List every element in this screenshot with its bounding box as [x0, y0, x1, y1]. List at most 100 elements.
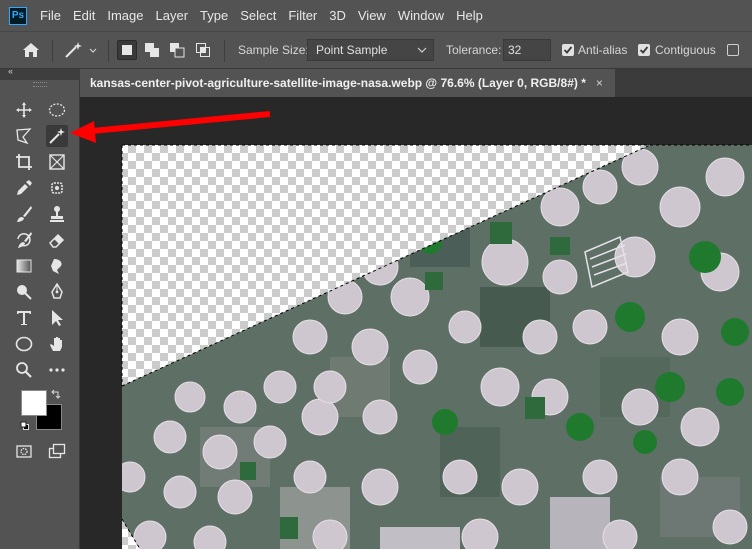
brush-icon	[17, 206, 32, 222]
eraser-tool[interactable]	[46, 229, 68, 251]
crop-tool[interactable]	[13, 151, 35, 173]
frame-icon	[49, 154, 65, 170]
quick-mask-icon	[16, 445, 32, 458]
menu-layer[interactable]: Layer	[150, 0, 195, 31]
magic-wand-tool[interactable]	[46, 125, 68, 147]
add-selection-icon	[145, 43, 159, 57]
contiguous-label: Contiguous	[655, 43, 716, 57]
shape-tool[interactable]	[13, 333, 35, 355]
zoom-icon	[16, 362, 32, 378]
default-colors-icon[interactable]	[20, 421, 30, 431]
ellipse-shape-icon	[15, 336, 33, 352]
tools-panel: ‹‹	[0, 66, 80, 549]
menu-type[interactable]: Type	[194, 0, 234, 31]
divider	[108, 40, 109, 62]
close-icon[interactable]: ×	[596, 76, 603, 90]
options-bar: Sample Size: Point Sample Tolerance: 32 …	[0, 31, 752, 69]
screen-mode-icon	[48, 443, 66, 459]
dodge-icon	[17, 285, 32, 300]
tolerance-label: Tolerance:	[446, 43, 502, 57]
chevron-down-icon	[417, 47, 427, 53]
swap-colors-icon[interactable]	[51, 389, 61, 399]
contiguous-checkbox[interactable]	[638, 44, 650, 56]
intersect-selection-button[interactable]	[193, 40, 213, 60]
photoshop-logo-icon[interactable]: Ps	[9, 6, 27, 25]
dodge-tool[interactable]	[13, 281, 35, 303]
menu-select[interactable]: Select	[234, 0, 282, 31]
brush-tool[interactable]	[13, 203, 35, 225]
menu-filter[interactable]: Filter	[282, 0, 323, 31]
magic-wand-preset-icon	[65, 42, 97, 58]
canvas-image	[121, 144, 752, 549]
sample-all-layers-checkbox[interactable]	[727, 44, 739, 56]
document-canvas[interactable]	[80, 97, 752, 549]
more-icon	[49, 368, 65, 372]
gradient-tool[interactable]	[13, 255, 35, 277]
divider	[52, 40, 53, 62]
stamp-icon	[50, 206, 64, 222]
home-icon	[23, 43, 39, 57]
hand-tool[interactable]	[46, 333, 68, 355]
menu-window[interactable]: Window	[392, 0, 450, 31]
menu-bar: Ps File Edit Image Layer Type Select Fil…	[0, 0, 752, 31]
menu-edit[interactable]: Edit	[67, 0, 101, 31]
foreground-color-swatch[interactable]	[21, 390, 47, 416]
pen-tool[interactable]	[46, 281, 68, 303]
quick-mask-button[interactable]	[13, 440, 35, 462]
subtract-from-selection-button[interactable]	[167, 40, 187, 60]
eyedropper-icon	[17, 180, 32, 195]
panel-grip[interactable]	[33, 82, 47, 87]
subtract-selection-icon	[170, 43, 185, 58]
path-selection-tool[interactable]	[46, 307, 68, 329]
healing-brush-tool[interactable]	[46, 177, 68, 199]
history-brush-icon	[17, 232, 32, 248]
checkmark-icon	[563, 46, 573, 54]
checkmark-icon	[639, 46, 649, 54]
document-tab[interactable]: kansas-center-pivot-agriculture-satellit…	[80, 69, 615, 97]
menu-view[interactable]: View	[352, 0, 392, 31]
new-selection-icon	[122, 45, 132, 55]
history-brush-tool[interactable]	[13, 229, 35, 251]
move-tool[interactable]	[13, 99, 35, 121]
clone-stamp-tool[interactable]	[46, 203, 68, 225]
zoom-tool[interactable]	[13, 359, 35, 381]
anti-alias-checkbox[interactable]	[562, 44, 574, 56]
intersect-selection-icon	[196, 43, 210, 57]
magic-wand-icon	[49, 128, 65, 144]
move-icon	[16, 102, 32, 118]
type-tool[interactable]	[13, 307, 35, 329]
menu-help[interactable]: Help	[450, 0, 489, 31]
add-to-selection-button[interactable]	[142, 40, 162, 60]
eyedropper-tool[interactable]	[13, 177, 35, 199]
home-button[interactable]	[16, 38, 46, 62]
menu-image[interactable]: Image	[101, 0, 149, 31]
collapse-icon: ‹‹	[8, 66, 13, 76]
lasso-tool[interactable]	[13, 125, 35, 147]
pen-icon	[51, 283, 63, 299]
menu-file[interactable]: File	[34, 0, 67, 31]
smudge-icon	[51, 259, 62, 274]
new-selection-button[interactable]	[117, 40, 137, 60]
divider	[224, 40, 225, 62]
spot-healing-icon	[51, 182, 63, 194]
marquee-tool[interactable]	[46, 99, 68, 121]
blur-tool[interactable]	[46, 255, 68, 277]
type-icon	[17, 311, 31, 325]
hand-icon	[50, 337, 62, 351]
screen-mode-button[interactable]	[46, 440, 68, 462]
edit-toolbar-button[interactable]	[46, 359, 68, 381]
gradient-icon	[16, 259, 32, 273]
tool-preset-picker[interactable]	[60, 38, 102, 62]
tolerance-input[interactable]: 32	[503, 39, 551, 61]
polygonal-lasso-icon	[16, 128, 32, 145]
sample-size-select[interactable]: Point Sample	[307, 39, 434, 61]
document-tab-bar: kansas-center-pivot-agriculture-satellit…	[80, 69, 752, 97]
anti-alias-label: Anti-alias	[578, 43, 628, 57]
frame-tool[interactable]	[46, 151, 68, 173]
collapse-panel-button[interactable]: ‹‹	[0, 66, 80, 80]
menu-3d[interactable]: 3D	[323, 0, 352, 31]
eraser-icon	[49, 233, 65, 248]
elliptical-marquee-icon	[48, 103, 66, 117]
crop-icon	[16, 154, 32, 170]
sample-size-value: Point Sample	[316, 43, 388, 57]
